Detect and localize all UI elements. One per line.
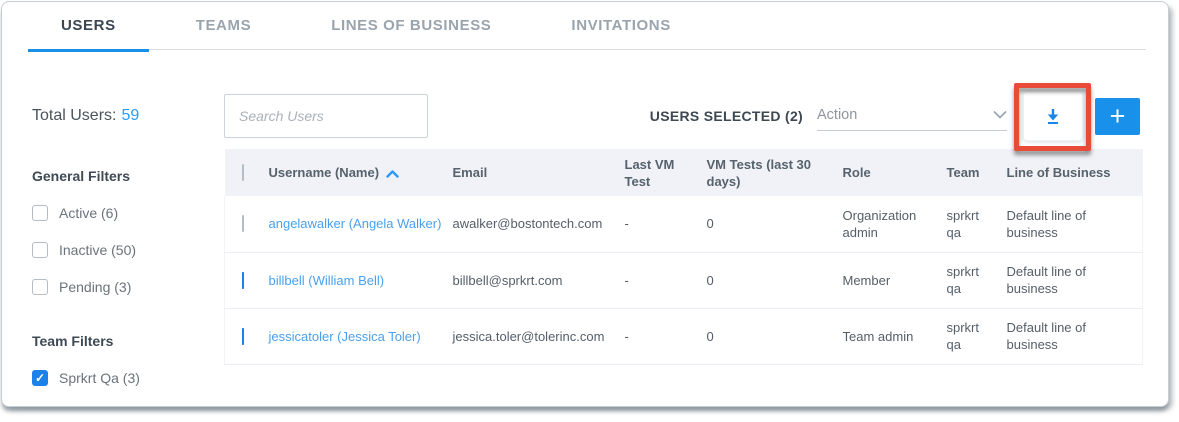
tab-users[interactable]: USERS	[28, 2, 149, 50]
filter-pending[interactable]: Pending (3)	[32, 279, 224, 295]
sort-ascending-icon[interactable]	[386, 170, 399, 178]
search-input[interactable]	[224, 94, 428, 138]
download-users-button[interactable]	[1023, 91, 1083, 141]
action-dropdown-label: Action	[817, 107, 857, 123]
toolbar: USERS SELECTED (2) Action	[224, 94, 1140, 138]
column-team[interactable]: Team	[947, 149, 1007, 196]
last-vm-test-cell: -	[625, 308, 707, 364]
email-cell: billbell@sprkrt.com	[453, 252, 625, 308]
tab-bar: USERS TEAMS LINES OF BUSINESS INVITATION…	[28, 2, 1146, 50]
table-header-row: Username (Name) Email Last VM Test VM Te…	[225, 149, 1143, 196]
filter-pending-checkbox[interactable]	[32, 279, 48, 295]
users-selected-count: USERS SELECTED (2)	[650, 108, 803, 124]
chevron-down-icon	[993, 110, 1007, 119]
action-dropdown[interactable]: Action	[817, 101, 1007, 131]
users-admin-panel: USERS TEAMS LINES OF BUSINESS INVITATION…	[1, 1, 1169, 407]
team-cell: sprkrt qa	[947, 308, 1007, 364]
role-cell: Organization admin	[843, 196, 947, 252]
tab-lines-of-business[interactable]: LINES OF BUSINESS	[298, 2, 524, 50]
filters-sidebar: Total Users: 59 General Filters Active (…	[32, 94, 224, 386]
team-cell: sprkrt qa	[947, 196, 1007, 252]
select-all-checkbox[interactable]	[242, 164, 244, 181]
filter-sprkrt-qa[interactable]: Sprkrt Qa (3)	[32, 370, 224, 386]
column-vm-tests-30-days[interactable]: VM Tests (last 30 days)	[707, 149, 843, 196]
total-users-label: Total Users:	[32, 107, 116, 125]
last-vm-test-cell: -	[625, 196, 707, 252]
team-filters-title: Team Filters	[32, 333, 224, 349]
role-cell: Member	[843, 252, 947, 308]
line-of-business-cell: Default line of business	[1007, 308, 1143, 364]
filter-inactive[interactable]: Inactive (50)	[32, 242, 224, 258]
vm-tests-cell: 0	[707, 252, 843, 308]
tab-teams[interactable]: TEAMS	[163, 2, 285, 50]
column-line-of-business[interactable]: Line of Business	[1007, 149, 1143, 196]
total-users-value[interactable]: 59	[121, 107, 139, 125]
filter-inactive-checkbox[interactable]	[32, 242, 48, 258]
filter-active[interactable]: Active (6)	[32, 205, 224, 221]
line-of-business-cell: Default line of business	[1007, 252, 1143, 308]
vm-tests-cell: 0	[707, 308, 843, 364]
total-users: Total Users: 59	[32, 94, 224, 138]
general-filters-title: General Filters	[32, 168, 224, 184]
username-link[interactable]: jessicatoler (Jessica Toler)	[269, 329, 421, 344]
column-last-vm-test[interactable]: Last VM Test	[625, 149, 707, 196]
table-row: jessicatoler (Jessica Toler) jessica.tol…	[225, 308, 1143, 364]
role-cell: Team admin	[843, 308, 947, 364]
filter-sprkrt-qa-checkbox[interactable]	[32, 370, 48, 386]
column-email[interactable]: Email	[453, 149, 625, 196]
row-checkbox[interactable]	[242, 328, 244, 345]
table-row: billbell (William Bell) billbell@sprkrt.…	[225, 252, 1143, 308]
row-checkbox[interactable]	[242, 215, 244, 232]
username-link[interactable]: billbell (William Bell)	[269, 273, 385, 288]
row-checkbox[interactable]	[242, 272, 244, 289]
last-vm-test-cell: -	[625, 252, 707, 308]
username-link[interactable]: angelawalker (Angela Walker)	[269, 216, 442, 231]
team-cell: sprkrt qa	[947, 252, 1007, 308]
tab-invitations[interactable]: INVITATIONS	[538, 2, 703, 50]
vm-tests-cell: 0	[707, 196, 843, 252]
add-user-button[interactable]: +	[1095, 98, 1140, 135]
email-cell: awalker@bostontech.com	[453, 196, 625, 252]
line-of-business-cell: Default line of business	[1007, 196, 1143, 252]
column-role[interactable]: Role	[843, 149, 947, 196]
column-username[interactable]: Username (Name)	[269, 149, 453, 196]
filter-active-checkbox[interactable]	[32, 205, 48, 221]
users-table: Username (Name) Email Last VM Test VM Te…	[224, 149, 1143, 365]
table-row: angelawalker (Angela Walker) awalker@bos…	[225, 196, 1143, 252]
download-icon	[1043, 106, 1063, 126]
email-cell: jessica.toler@tolerinc.com	[453, 308, 625, 364]
